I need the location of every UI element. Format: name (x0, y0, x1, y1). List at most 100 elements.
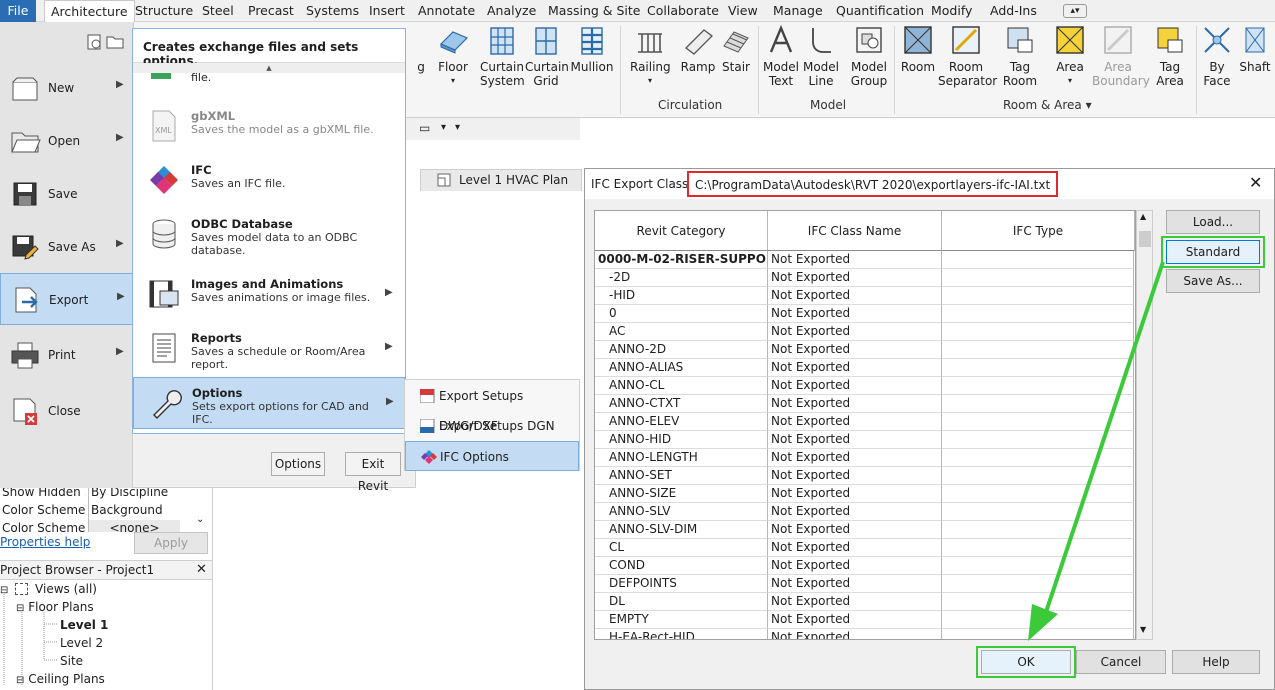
table-row[interactable]: ANNO-ALIAS Not Exported (595, 359, 1135, 377)
options-button[interactable]: Options (271, 452, 325, 476)
model-group-button[interactable]: Model Group (848, 24, 890, 88)
table-row[interactable]: COND Not Exported (595, 557, 1135, 575)
table-row[interactable]: ANNO-SIZE Not Exported (595, 485, 1135, 503)
load-button[interactable]: Load... (1166, 210, 1260, 234)
tab-precast[interactable]: Precast (248, 0, 294, 22)
table-row[interactable]: AC Not Exported (595, 323, 1135, 341)
cell-ifc-type[interactable] (942, 305, 1134, 323)
cell-ifc-class[interactable]: Not Exported (768, 431, 942, 449)
shaft-button[interactable]: Shaft (1238, 24, 1272, 74)
cell-ifc-class[interactable]: Not Exported (768, 593, 942, 611)
cell-ifc-class[interactable]: Not Exported (768, 269, 942, 287)
export-reports[interactable]: Reports Saves a schedule or Room/Area re… (133, 323, 405, 375)
export-odbc[interactable]: ODBC Database Saves model data to an ODB… (133, 209, 405, 261)
table-row[interactable]: ANNO-2D Not Exported (595, 341, 1135, 359)
table-row[interactable]: DL Not Exported (595, 593, 1135, 611)
tab-architecture[interactable]: Architecture (44, 0, 135, 23)
cell-ifc-class[interactable]: Not Exported (768, 251, 942, 269)
app-menu-close[interactable]: Close (0, 385, 134, 437)
window-icon[interactable]: ▭ (419, 121, 430, 135)
cell-ifc-class[interactable]: Not Exported (768, 611, 942, 629)
cell-ifc-type[interactable] (942, 413, 1134, 431)
area-boundary-button[interactable]: Area Boundary (1092, 24, 1150, 88)
ifc-options[interactable]: IFC Options (405, 441, 579, 471)
dropdown-arrow-icon[interactable]: ▾ (441, 122, 446, 133)
model-text-button[interactable]: Model Text (762, 24, 800, 88)
cell-ifc-class[interactable]: Not Exported (768, 503, 942, 521)
by-face-button[interactable]: By Face (1200, 24, 1234, 88)
table-row[interactable]: ANNO-LENGTH Not Exported (595, 449, 1135, 467)
cell-ifc-class[interactable]: Not Exported (768, 305, 942, 323)
cell-ifc-type[interactable] (942, 287, 1134, 305)
mullion-button[interactable]: Mullion (570, 24, 614, 74)
column-header-revit-category[interactable]: Revit Category (595, 211, 768, 251)
cell-ifc-type[interactable] (942, 269, 1134, 287)
tree-level-1[interactable]: Level 1 (60, 618, 108, 632)
cell-ifc-type[interactable] (942, 611, 1134, 629)
property-row[interactable]: Color Scheme <none> (0, 520, 180, 532)
floor-button[interactable]: Floor ▾ (434, 24, 472, 88)
cell-ifc-type[interactable] (942, 539, 1134, 557)
stair-button[interactable]: Stair (718, 24, 754, 74)
cell-ifc-type[interactable] (942, 341, 1134, 359)
cell-ifc-class[interactable]: Not Exported (768, 413, 942, 431)
table-row[interactable]: -2D Not Exported (595, 269, 1135, 287)
cancel-button[interactable]: Cancel (1076, 650, 1166, 674)
table-row[interactable]: ANNO-CL Not Exported (595, 377, 1135, 395)
cell-ifc-class[interactable]: Not Exported (768, 629, 942, 639)
collapse-icon[interactable]: ⊟ (16, 603, 24, 614)
railing-button[interactable]: Railing ▾ (630, 24, 671, 88)
app-menu-save-as[interactable]: Save As ▶ (0, 221, 134, 273)
save-as-button[interactable]: Save As... (1166, 269, 1260, 293)
table-row[interactable]: 0000-M-02-RISER-SUPPORTS.Not Exported (595, 251, 1135, 269)
tab-collaborate[interactable]: Collaborate (647, 0, 719, 22)
app-menu-export[interactable]: Export ▶ (0, 273, 134, 325)
help-button[interactable]: Help (1172, 650, 1260, 674)
export-images-animations[interactable]: Images and Animations Saves animations o… (133, 269, 405, 321)
tree-views-all[interactable]: ⊟ Views (all) (0, 582, 97, 596)
export-options[interactable]: Options Sets export options for CAD and … (133, 377, 405, 429)
cell-ifc-class[interactable]: Not Exported (768, 341, 942, 359)
tab-modify[interactable]: Modify (931, 0, 972, 22)
collapse-icon[interactable]: ⊟ (16, 675, 24, 686)
curtain-system-button[interactable]: Curtain System (480, 24, 525, 88)
tree-site[interactable]: Site (60, 654, 83, 668)
app-menu-new[interactable]: New ▶ (0, 62, 134, 114)
scroll-up-arrow-icon[interactable]: ▲ (133, 63, 405, 73)
scroll-down-arrow-icon[interactable]: ▼ (1140, 625, 1146, 634)
cell-ifc-type[interactable] (942, 485, 1134, 503)
tab-structure[interactable]: Structure (135, 0, 193, 22)
tag-room-button[interactable]: Tag Room (1000, 24, 1040, 88)
tab-steel[interactable]: Steel (202, 0, 234, 22)
tab-analyze[interactable]: Analyze (487, 0, 536, 22)
property-row[interactable]: Color Scheme... Background (0, 502, 180, 520)
tab-annotate[interactable]: Annotate (418, 0, 475, 22)
exit-revit-button[interactable]: Exit Revit (345, 452, 401, 493)
cell-ifc-class[interactable]: Not Exported (768, 359, 942, 377)
cell-ifc-class[interactable]: Not Exported (768, 575, 942, 593)
view-tab-level-1-hvac[interactable]: Level 1 HVAC Plan (420, 169, 582, 191)
app-menu-save[interactable]: Save (0, 168, 134, 220)
column-header-ifc-type[interactable]: IFC Type (942, 211, 1135, 251)
tab-file[interactable]: File (0, 0, 36, 22)
cell-ifc-class[interactable]: Not Exported (768, 485, 942, 503)
dropdown-arrow-icon[interactable]: ▾ (455, 122, 460, 133)
room-button[interactable]: Room (898, 24, 938, 74)
cell-ifc-type[interactable] (942, 593, 1134, 611)
app-menu-print[interactable]: Print ▶ (0, 329, 134, 381)
room-separator-button[interactable]: Room Separator (938, 24, 997, 88)
app-menu-open[interactable]: Open ▶ (0, 115, 134, 167)
tab-quantification[interactable]: Quantification (836, 0, 924, 22)
cell-ifc-class[interactable]: Not Exported (768, 323, 942, 341)
cell-ifc-type[interactable] (942, 629, 1134, 639)
cell-ifc-class[interactable]: Not Exported (768, 539, 942, 557)
table-row[interactable]: EMPTY Not Exported (595, 611, 1135, 629)
cell-ifc-class[interactable]: Not Exported (768, 521, 942, 539)
export-setups-dgn[interactable]: Export Setups DGN (405, 411, 579, 441)
table-row[interactable]: ANNO-HID Not Exported (595, 431, 1135, 449)
model-line-button[interactable]: Model Line (802, 24, 840, 88)
table-row[interactable]: ANNO-SLV Not Exported (595, 503, 1135, 521)
tab-systems[interactable]: Systems (306, 0, 359, 22)
cell-ifc-type[interactable] (942, 395, 1134, 413)
tab-insert[interactable]: Insert (369, 0, 405, 22)
